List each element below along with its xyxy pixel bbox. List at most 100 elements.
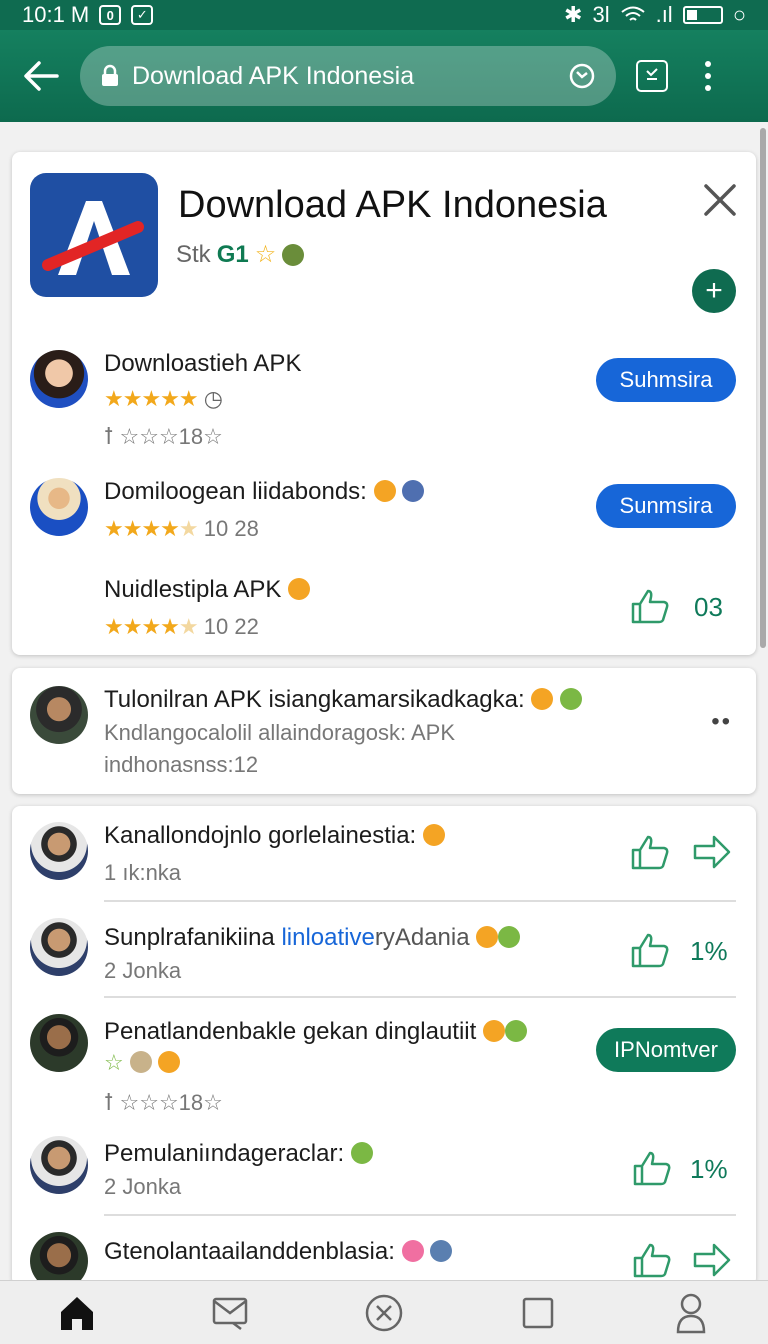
smile-emoji-icon xyxy=(422,824,445,846)
add-button[interactable]: + xyxy=(692,269,736,313)
emoji-icon xyxy=(476,926,499,948)
feed-title: Gtenolantaailanddenblasia: xyxy=(104,1238,453,1266)
subscribe-button[interactable]: Sunmsira xyxy=(596,484,736,528)
emoji-icon xyxy=(157,1051,180,1073)
status-bar: 10:1 M 0 ✓ ✱ 3l .ıl ○ xyxy=(0,0,768,30)
feed-item[interactable]: Pemulaniındageraclar: 2 Jonka 1% xyxy=(12,1136,756,1216)
divider xyxy=(104,996,736,998)
notification-icon: 0 xyxy=(99,5,122,25)
avatar xyxy=(30,686,88,744)
tab-switcher-button[interactable] xyxy=(636,60,668,92)
feed-item[interactable]: Penatlandenbakle gekan dinglautiit ☆ ꝉ ☆… xyxy=(12,1014,756,1124)
follow-button[interactable]: IPNomtver xyxy=(596,1028,736,1072)
feed-card: Kanallondojnlo gorlelainestia: 1 ık:nka … xyxy=(12,806,756,1286)
mail-icon xyxy=(213,1297,248,1330)
item-rating: ★★★★★ 10 28 xyxy=(104,516,259,541)
nav-cancel[interactable] xyxy=(360,1289,408,1337)
reload-icon[interactable] xyxy=(568,62,596,90)
featured-post-card[interactable]: Tulonilran APK isiangkamarsikadkagka: Kn… xyxy=(12,668,756,794)
thumbs-up-icon[interactable] xyxy=(630,932,670,968)
feed-title: Pemulaniındageraclar: xyxy=(104,1140,373,1168)
feed-sub: 2 Jonka xyxy=(104,958,182,983)
overflow-menu-button[interactable] xyxy=(698,61,718,91)
feed-item[interactable]: Kanallondojnlo gorlelainestia: 1 ık:nka xyxy=(12,822,756,902)
emoji-icon xyxy=(373,480,396,502)
like-count: 03 xyxy=(694,592,723,622)
like-percent: 1% xyxy=(690,936,728,966)
close-icon xyxy=(704,184,736,216)
wifi-icon xyxy=(620,6,645,21)
back-arrow-icon xyxy=(24,61,59,91)
list-item[interactable]: Nuidlestipla APK ★★★★★ 10 22 03 xyxy=(12,576,756,646)
app-detail-card: Download APK Indonesia Stk G1 ☆ + Downlo… xyxy=(12,152,756,655)
star-icon: ☆ xyxy=(104,1050,124,1075)
share-arrow-icon[interactable] xyxy=(692,834,732,870)
avatar xyxy=(30,918,88,976)
person-icon xyxy=(676,1293,706,1333)
feed-sub: 2 Jonka xyxy=(104,1174,182,1199)
item-title: Downloastieh APK xyxy=(104,350,302,377)
feed-item[interactable]: Sunplrafanikiina linloativeryAdania 2 Jo… xyxy=(12,918,756,998)
status-time: 10:1 M xyxy=(22,2,90,27)
address-bar[interactable]: Download APK Indonesia xyxy=(80,46,616,106)
bluetooth-icon: ✱ xyxy=(564,2,583,27)
nav-messages[interactable] xyxy=(206,1289,254,1337)
thumbs-up-icon[interactable] xyxy=(632,1242,672,1278)
emoji-icon xyxy=(531,688,554,710)
emoji-icon xyxy=(430,1240,453,1262)
app-subtitle-b: G1 xyxy=(216,240,249,268)
cell-signal-icon: .ıl xyxy=(655,2,673,27)
avatar xyxy=(30,822,88,880)
avatar xyxy=(30,1136,88,1194)
like-percent: 1% xyxy=(690,1154,728,1184)
feed-item[interactable]: Gtenolantaailanddenblasia: xyxy=(12,1232,756,1286)
avatar xyxy=(30,350,88,408)
item-sub: ꝉ ☆☆☆18☆ xyxy=(104,424,223,449)
post-title: Tulonilran APK isiangkamarsikadkagka: xyxy=(104,686,582,714)
circle-icon: ○ xyxy=(732,2,746,27)
nav-square[interactable] xyxy=(514,1289,562,1337)
nav-home[interactable] xyxy=(53,1289,101,1337)
subscribe-button[interactable]: Suhmsira xyxy=(596,358,736,402)
close-button[interactable] xyxy=(702,182,738,218)
item-rating: ★★★★★ ◷ xyxy=(104,386,223,411)
more-options-button[interactable]: •• xyxy=(711,708,732,736)
emoji-icon xyxy=(402,480,425,502)
item-title: Nuidlestipla APK xyxy=(104,576,311,604)
divider xyxy=(104,1214,736,1216)
app-subtitle: Stk G1 ☆ xyxy=(176,240,305,269)
divider xyxy=(104,900,736,902)
post-line: indhonasnss:12 xyxy=(104,752,259,777)
thumbs-up-icon[interactable] xyxy=(630,834,670,870)
post-line: Kndlangocalolil allaindoragosk: APK xyxy=(104,720,456,745)
emoji-icon xyxy=(498,926,521,948)
emoji-icon xyxy=(560,688,582,710)
signal-text: 3l xyxy=(592,2,610,27)
app-title: Download APK Indonesia xyxy=(178,184,607,226)
feed-emoji-row: ☆ xyxy=(104,1050,180,1076)
feed-title-link[interactable]: linloative xyxy=(281,924,374,951)
emoji-icon xyxy=(129,1051,152,1073)
list-item[interactable]: Downloastieh APK ★★★★★ ◷ ꝉ ☆☆☆18☆ Suhmsi… xyxy=(12,350,756,460)
thumbs-up-icon[interactable] xyxy=(630,588,670,624)
app-logo-a-icon xyxy=(42,201,144,275)
feed-title: Sunplrafanikiina linloativeryAdania xyxy=(104,924,521,952)
browser-toolbar: Download APK Indonesia xyxy=(0,30,768,122)
bottom-navigation xyxy=(0,1280,768,1344)
feed-sub: 1 ık:nka xyxy=(104,860,182,885)
back-button[interactable] xyxy=(16,51,66,101)
emoji-icon xyxy=(401,1240,424,1262)
url-text: Download APK Indonesia xyxy=(132,61,415,90)
lock-icon xyxy=(102,64,118,86)
app-logo[interactable] xyxy=(30,173,158,297)
nav-profile[interactable] xyxy=(667,1289,715,1337)
list-item[interactable]: Domiloogean liidabonds: ★★★★★ 10 28 Sunm… xyxy=(12,478,756,548)
emoji-icon xyxy=(504,1020,527,1042)
cancel-circle-icon xyxy=(365,1294,403,1331)
emoji-icon xyxy=(350,1142,373,1164)
share-arrow-icon[interactable] xyxy=(692,1242,732,1278)
thumbs-up-icon[interactable] xyxy=(632,1150,672,1186)
emoji-icon xyxy=(282,243,305,266)
star-icon: ☆ xyxy=(254,241,277,268)
scrollbar[interactable] xyxy=(760,128,766,648)
